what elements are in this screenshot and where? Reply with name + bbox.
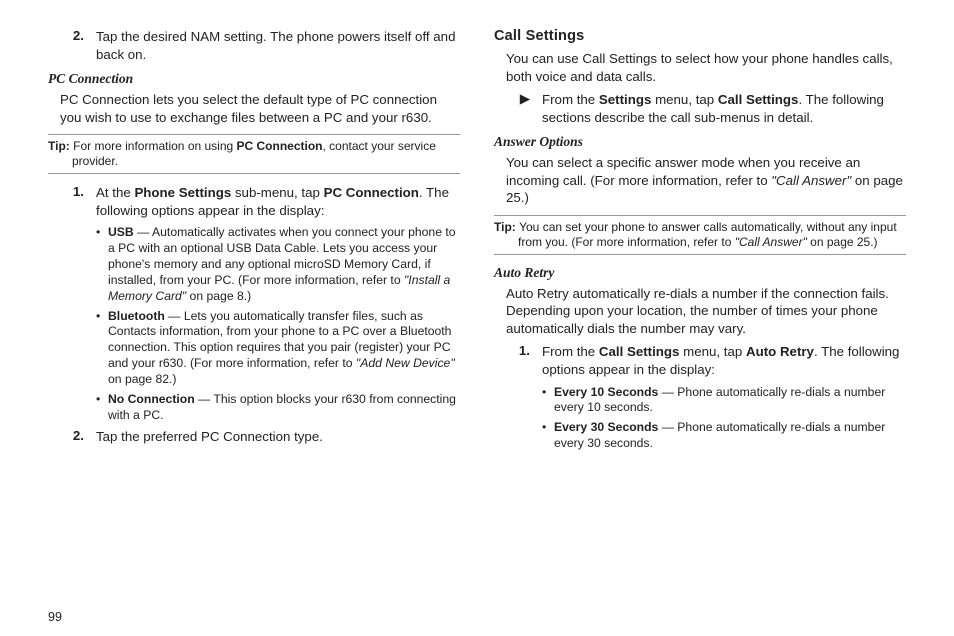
subheading-auto-retry: Auto Retry	[494, 265, 906, 281]
bullet-text: No Connection — This option blocks your …	[108, 392, 460, 424]
list-item: 1. From the Call Settings menu, tap Auto…	[494, 343, 906, 378]
list-item: 2. Tap the desired NAM setting. The phon…	[48, 28, 460, 63]
right-column: Call Settings You can use Call Settings …	[494, 28, 906, 604]
bullet-item-usb: • USB — Automatically activates when you…	[48, 225, 460, 304]
paragraph: You can select a specific answer mode wh…	[506, 154, 906, 207]
paragraph: You can use Call Settings to select how …	[506, 50, 906, 85]
list-item: 2. Tap the preferred PC Connection type.	[48, 428, 460, 446]
tip-text: Tip: For more information on using PC Co…	[48, 139, 460, 169]
tip-box: Tip: You can set your phone to answer ca…	[494, 215, 906, 255]
bullet-icon: •	[96, 392, 108, 424]
bullet-item-no-connection: • No Connection — This option blocks you…	[48, 392, 460, 424]
tip-box: Tip: For more information on using PC Co…	[48, 134, 460, 174]
list-item: 1. At the Phone Settings sub-menu, tap P…	[48, 184, 460, 219]
step-text: Tap the preferred PC Connection type.	[96, 428, 323, 446]
bullet-icon: •	[542, 420, 554, 452]
paragraph: Auto Retry automatically re-dials a numb…	[506, 285, 906, 338]
bullet-text: Every 30 Seconds — Phone automatically r…	[554, 420, 906, 452]
step-number: 1.	[48, 184, 96, 219]
page-number: 99	[48, 610, 906, 624]
bullet-item-every-30: • Every 30 Seconds — Phone automatically…	[494, 420, 906, 452]
tip-label: Tip:	[48, 139, 73, 153]
bullet-icon: •	[96, 309, 108, 388]
manual-page: 2. Tap the desired NAM setting. The phon…	[0, 0, 954, 636]
paragraph: PC Connection lets you select the defaul…	[60, 91, 460, 126]
subheading-pc-connection: PC Connection	[48, 71, 460, 87]
tip-label: Tip:	[494, 220, 519, 234]
bullet-text: Every 10 Seconds — Phone automatically r…	[554, 385, 906, 417]
arrow-icon: ▶	[494, 91, 542, 126]
tip-text: Tip: You can set your phone to answer ca…	[494, 220, 906, 250]
step-text: Tap the desired NAM setting. The phone p…	[96, 28, 460, 63]
bullet-item-every-10: • Every 10 Seconds — Phone automatically…	[494, 385, 906, 417]
arrow-item: ▶ From the Settings menu, tap Call Setti…	[494, 91, 906, 126]
step-number: 2.	[48, 28, 96, 63]
bullet-icon: •	[542, 385, 554, 417]
bullet-icon: •	[96, 225, 108, 304]
arrow-text: From the Settings menu, tap Call Setting…	[542, 91, 906, 126]
step-number: 2.	[48, 428, 96, 446]
left-column: 2. Tap the desired NAM setting. The phon…	[48, 28, 460, 604]
two-column-layout: 2. Tap the desired NAM setting. The phon…	[48, 28, 906, 604]
subheading-answer-options: Answer Options	[494, 134, 906, 150]
bullet-item-bluetooth: • Bluetooth — Lets you automatically tra…	[48, 309, 460, 388]
heading-call-settings: Call Settings	[494, 28, 906, 44]
bullet-text: USB — Automatically activates when you c…	[108, 225, 460, 304]
step-number: 1.	[494, 343, 542, 378]
step-text: From the Call Settings menu, tap Auto Re…	[542, 343, 906, 378]
bullet-text: Bluetooth — Lets you automatically trans…	[108, 309, 460, 388]
step-text: At the Phone Settings sub-menu, tap PC C…	[96, 184, 460, 219]
